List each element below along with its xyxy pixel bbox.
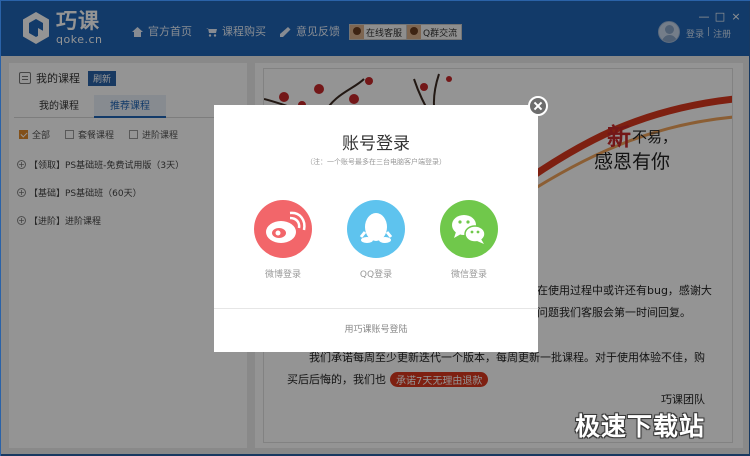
weibo-login-label: 微博登录 <box>264 270 301 280</box>
wechat-login-button[interactable]: 微信登录 <box>434 200 504 280</box>
watermark: 极速下载站 <box>575 412 706 441</box>
app-window: 巧课 qoke.cn 官方首页 课程购买 意见反馈 在线客服 Q群交流 登录 |… <box>0 0 750 456</box>
login-dialog: 账号登录 （注：一个账号最多在三台电脑客户端登录） 微博登录 QQ登录 微信登录… <box>214 105 538 352</box>
qq-login-label: QQ登录 <box>359 270 393 280</box>
dialog-divider <box>214 308 538 309</box>
qq-login-button[interactable]: QQ登录 <box>341 200 411 280</box>
qq-icon[interactable] <box>347 200 405 258</box>
dialog-title: 账号登录 <box>342 134 410 154</box>
dialog-note: （注：一个账号最多在三台电脑客户端登录） <box>306 158 446 166</box>
dialog-close-button[interactable] <box>528 96 548 116</box>
weibo-icon[interactable] <box>254 200 312 258</box>
wechat-login-label: 微信登录 <box>450 270 487 280</box>
account-login-link[interactable]: 用巧课账号登陆 <box>214 322 538 335</box>
wechat-icon[interactable] <box>440 200 498 258</box>
weibo-login-button[interactable]: 微博登录 <box>248 200 318 280</box>
